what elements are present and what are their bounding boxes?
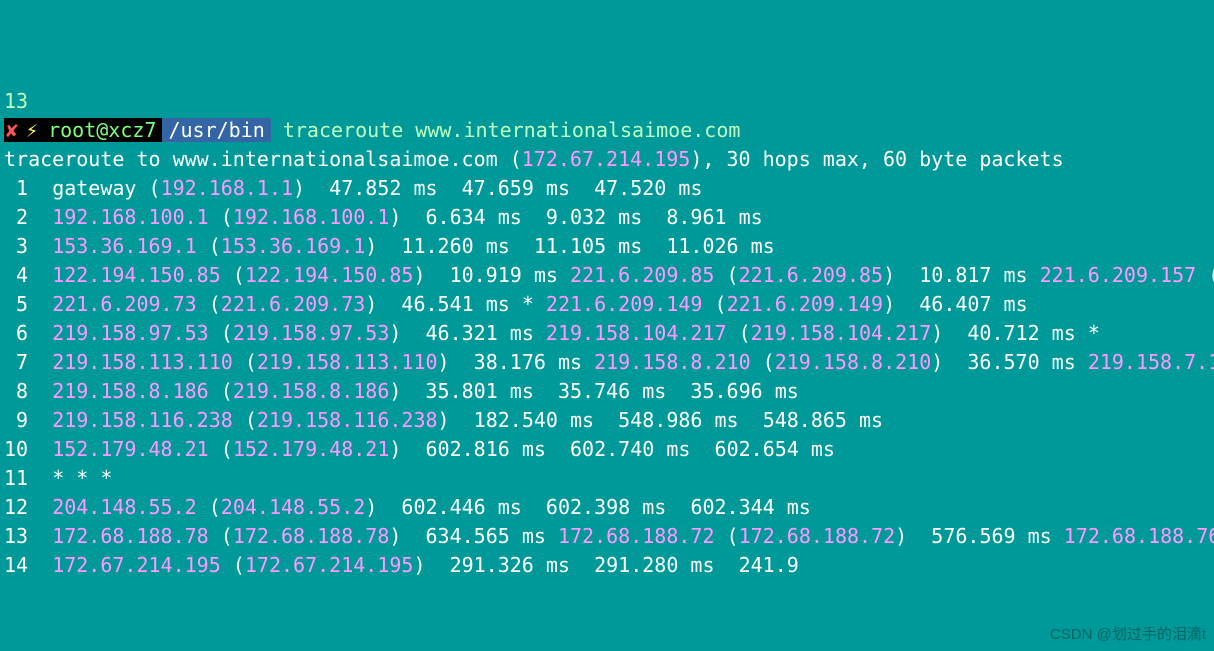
- hop-row: 7 219.158.113.110 (219.158.113.110) 38.1…: [4, 350, 1214, 374]
- prev-line: 13: [4, 89, 28, 113]
- hop-row: 3 153.36.169.1 (153.36.169.1) 11.260 ms …: [4, 234, 775, 258]
- hop-row: 8 219.158.8.186 (219.158.8.186) 35.801 m…: [4, 379, 799, 403]
- hop-row: 1 gateway (192.168.1.1) 47.852 ms 47.659…: [4, 176, 702, 200]
- root-icon: ⚡: [22, 118, 42, 142]
- user-host: root@xcz7: [42, 118, 162, 142]
- hop-row: 13 172.68.188.78 (172.68.188.78) 634.565…: [4, 524, 1214, 548]
- terminal-output[interactable]: 13 ✘⚡root@xcz7/usr/bin traceroute www.in…: [0, 87, 1214, 580]
- hop-row: 11 * * *: [4, 466, 112, 490]
- hop-row: 12 204.148.55.2 (204.148.55.2) 602.446 m…: [4, 495, 811, 519]
- hop-row: 10 152.179.48.21 (152.179.48.21) 602.816…: [4, 437, 835, 461]
- hop-row: 6 219.158.97.53 (219.158.97.53) 46.321 m…: [4, 321, 1100, 345]
- hop-row: 2 192.168.100.1 (192.168.100.1) 6.634 ms…: [4, 205, 763, 229]
- trace-header: traceroute to www.internationalsaimoe.co…: [4, 147, 1064, 171]
- command-input[interactable]: traceroute www.internationalsaimoe.com: [283, 118, 741, 142]
- hop-row: 9 219.158.116.238 (219.158.116.238) 182.…: [4, 408, 883, 432]
- status-fail-icon: ✘: [4, 118, 22, 142]
- hop-row: 5 221.6.209.73 (221.6.209.73) 46.541 ms …: [4, 292, 1028, 316]
- watermark: CSDN @划过手的泪滴t: [1050, 620, 1206, 649]
- cwd: /usr/bin: [162, 118, 270, 142]
- hop-row: 4 122.194.150.85 (122.194.150.85) 10.919…: [4, 263, 1214, 287]
- hop-row: 14 172.67.214.195 (172.67.214.195) 291.3…: [4, 553, 799, 577]
